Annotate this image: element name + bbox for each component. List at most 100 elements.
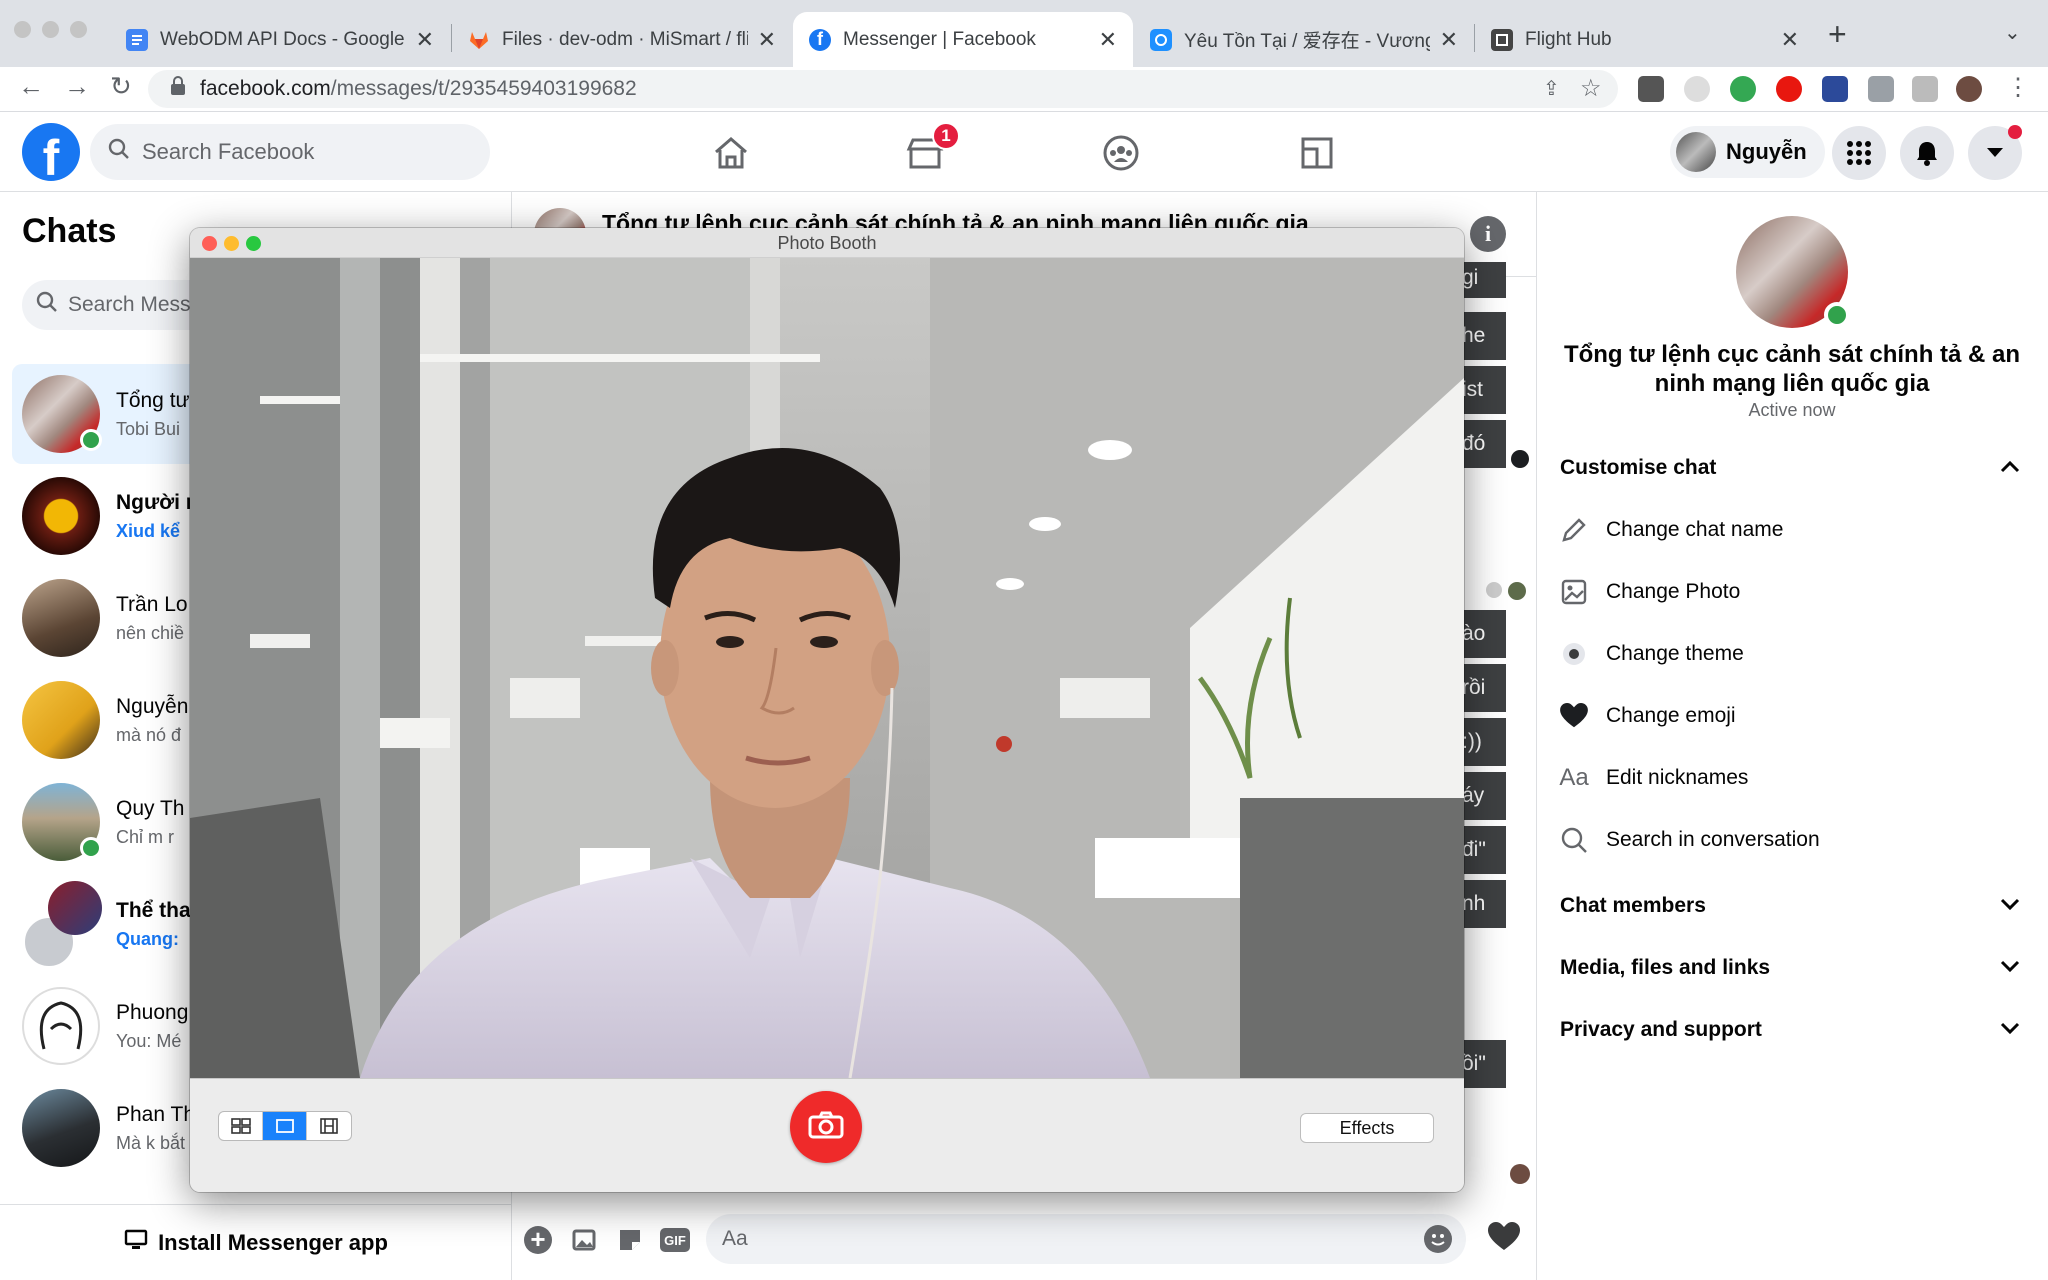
chat-name: Tổng tư [116, 388, 190, 412]
browser-tab-music[interactable]: Yêu Tồn Tại / 爱存在 - Vương Tĩ ✕ [1134, 12, 1474, 67]
avatar [1676, 132, 1716, 172]
edit-nicknames-item[interactable]: Aa Edit nicknames [1559, 764, 1748, 792]
photo-booth-controls: Effects [190, 1078, 1464, 1192]
extension-adblock-icon[interactable] [1776, 76, 1802, 102]
notifications-bell-icon[interactable] [1900, 126, 1954, 180]
change-chat-name-item[interactable]: Change chat name [1560, 516, 1783, 544]
take-photo-button[interactable] [790, 1091, 862, 1163]
facebook-search-input[interactable]: Search Facebook [90, 124, 490, 180]
groups-icon[interactable] [1096, 128, 1146, 178]
bookmark-star-icon[interactable]: ☆ [1580, 74, 1602, 103]
chat-name: Quy Th [116, 796, 185, 820]
window-zoom-light[interactable] [70, 21, 87, 38]
extensions-puzzle-icon[interactable] [1868, 76, 1894, 102]
item-label: Change Photo [1606, 580, 1741, 603]
change-photo-item[interactable]: Change Photo [1560, 578, 1740, 606]
close-icon[interactable]: ✕ [1781, 27, 1799, 53]
effects-button[interactable]: Effects [1300, 1113, 1434, 1143]
close-icon[interactable] [202, 236, 217, 251]
messenger-icon: f [809, 28, 831, 51]
reload-icon[interactable]: ↻ [110, 71, 132, 102]
online-indicator [80, 837, 102, 859]
browser-toolbar: ← → ↻ facebook.com/messages/t/2935459403… [0, 67, 2048, 112]
section-label: Chat members [1560, 894, 1706, 917]
close-icon[interactable]: ✕ [1440, 27, 1458, 53]
browser-tab-messenger[interactable]: f Messenger | Facebook ✕ [793, 12, 1133, 67]
flighthub-icon [1491, 28, 1513, 51]
home-icon[interactable] [706, 128, 756, 178]
media-files-links-section[interactable]: Media, files and links [1560, 956, 2020, 980]
browser-tab-gitlab-files[interactable]: Files · dev-odm · MiSmart / flig ✕ [452, 12, 792, 67]
search-icon [1560, 826, 1588, 854]
search-icon [108, 138, 130, 166]
send-heart-icon[interactable] [1488, 1222, 1520, 1257]
extension-grid-icon[interactable] [1730, 76, 1756, 102]
back-arrow-icon[interactable]: ← [18, 71, 44, 102]
item-label: Change chat name [1606, 518, 1784, 541]
video-film-icon[interactable] [307, 1112, 351, 1140]
message-input[interactable]: Aa [706, 1214, 1466, 1264]
privacy-support-section[interactable]: Privacy and support [1560, 1018, 2020, 1042]
tab-search-chevron-icon[interactable]: ⌄ [2004, 20, 2021, 45]
minimize-icon[interactable] [224, 236, 239, 251]
emoji-icon[interactable] [1424, 1225, 1452, 1253]
chat-preview: You: Mé [116, 1030, 182, 1051]
menu-grid-icon[interactable] [1832, 126, 1886, 180]
tab-label: Messenger | Facebook [843, 28, 1036, 50]
lock-icon[interactable] [170, 76, 186, 102]
photo-booth-window: Photo Booth Effects [190, 228, 1464, 1192]
extension-phone-icon[interactable] [1638, 76, 1664, 102]
info-icon[interactable]: i [1470, 216, 1506, 252]
gif-icon[interactable]: GIF [660, 1228, 690, 1252]
read-receipt-icon [1508, 582, 1526, 600]
close-icon[interactable]: ✕ [416, 27, 434, 53]
section-label: Customise chat [1560, 456, 1717, 479]
tab-label: WebODM API Docs - Google Tài [160, 28, 406, 50]
window-minimize-light[interactable] [42, 21, 59, 38]
single-photo-icon[interactable] [263, 1112, 307, 1140]
browser-tab-webodm-docs[interactable]: WebODM API Docs - Google Tài ✕ [110, 12, 450, 67]
theme-icon [1560, 640, 1588, 668]
extension-circle-icon[interactable] [1684, 76, 1710, 102]
profile-button[interactable]: Nguyễn [1670, 126, 1825, 178]
extension-d-icon[interactable] [1822, 76, 1848, 102]
change-emoji-item[interactable]: Change emoji [1560, 702, 1736, 730]
account-chevron-icon[interactable] [1968, 125, 2022, 180]
gaming-icon[interactable] [1292, 128, 1342, 178]
gitlab-icon [468, 29, 490, 51]
read-receipt-icon [1486, 582, 1502, 598]
attach-image-icon[interactable] [570, 1226, 598, 1259]
zoom-icon[interactable] [246, 236, 261, 251]
reading-list-icon[interactable] [1912, 76, 1938, 102]
chat-name: Phuong [116, 1000, 189, 1024]
chat-members-section[interactable]: Chat members [1560, 894, 2020, 918]
share-icon[interactable]: ⇪ [1543, 76, 1560, 101]
new-tab-plus-icon[interactable]: + [1828, 16, 1847, 53]
install-messenger-button[interactable]: Install Messenger app [0, 1204, 512, 1280]
marketplace-icon[interactable]: 1 [900, 122, 960, 178]
install-label: Install Messenger app [158, 1229, 388, 1255]
read-receipt-icon [1510, 1164, 1530, 1184]
forward-arrow-icon[interactable]: → [64, 71, 90, 102]
camera-feed-image [190, 258, 1464, 1078]
address-bar[interactable]: facebook.com/messages/t/2935459403199682… [148, 70, 1618, 108]
text-aa-icon: Aa [1559, 764, 1589, 791]
customise-chat-section[interactable]: Customise chat [1560, 456, 2020, 480]
add-plus-icon[interactable]: + [524, 1226, 552, 1254]
photo-booth-titlebar[interactable]: Photo Booth [190, 228, 1464, 258]
sticker-icon[interactable] [616, 1226, 644, 1259]
facebook-logo-icon[interactable]: f [22, 123, 80, 181]
chevron-up-icon [2000, 456, 2020, 479]
item-label: Change theme [1606, 642, 1744, 665]
read-receipt-icon [1511, 450, 1529, 468]
browser-menu-dots-icon[interactable]: ⋮ [2006, 73, 2030, 102]
browser-tab-flighthub[interactable]: Flight Hub ✕ [1475, 12, 1815, 67]
close-icon[interactable]: ✕ [1099, 27, 1117, 53]
search-in-conversation-item[interactable]: Search in conversation [1560, 826, 1820, 854]
four-up-grid-icon[interactable] [219, 1112, 263, 1140]
close-icon[interactable]: ✕ [758, 27, 776, 53]
window-close-light[interactable] [14, 21, 31, 38]
change-theme-item[interactable]: Change theme [1560, 640, 1744, 668]
marketplace-badge: 1 [932, 122, 960, 150]
browser-profile-avatar[interactable] [1956, 76, 1982, 102]
